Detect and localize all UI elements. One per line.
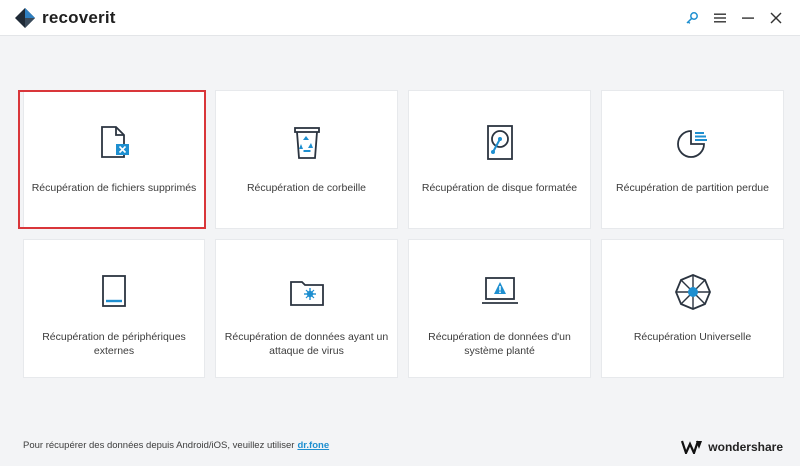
recoverit-logo-icon: [15, 7, 35, 28]
title-bar: recoverit: [0, 0, 800, 36]
card-label: Récupération de périphériques externes: [42, 331, 186, 357]
partition-icon: [602, 123, 783, 163]
crashed-system-icon: [409, 272, 590, 312]
card-deleted-files[interactable]: Récupération de fichiers supprimés: [23, 90, 205, 229]
card-label: Récupération de données ayant un attaque…: [224, 331, 389, 357]
card-lost-partition[interactable]: Récupération de partition perdue: [601, 90, 784, 229]
window-controls: [678, 0, 790, 36]
app-title: recoverit: [42, 7, 116, 27]
deleted-file-icon: [24, 123, 204, 163]
virus-folder-icon: [216, 272, 397, 312]
close-icon[interactable]: [762, 4, 790, 32]
app-logo: recoverit: [14, 7, 116, 29]
card-label: Récupération de disque formatée: [421, 182, 578, 194]
wondershare-brand: wondershare: [681, 440, 783, 454]
external-device-icon: [24, 272, 204, 312]
minimize-icon[interactable]: [734, 4, 762, 32]
brand-name: wondershare: [708, 440, 783, 454]
recoverit-window: recoverit Récupération de fichiers suppr…: [0, 0, 800, 466]
card-label: Récupération Universelle: [633, 331, 752, 343]
universal-recovery-icon: [602, 272, 783, 312]
footer-note: Pour récupérer des données depuis Androi…: [23, 440, 329, 451]
hard-disk-icon: [409, 123, 590, 163]
card-crashed-system[interactable]: Récupération de données d'un système pla…: [408, 239, 591, 378]
card-recycle-bin[interactable]: Récupération de corbeille: [215, 90, 398, 229]
footer-text: Pour récupérer des données depuis Androi…: [23, 440, 295, 451]
card-formatted-disk[interactable]: Récupération de disque formatée: [408, 90, 591, 229]
card-label: Récupération de corbeille: [246, 182, 367, 194]
card-label: Récupération de données d'un système pla…: [428, 331, 571, 357]
card-label: Récupération de partition perdue: [616, 182, 769, 194]
recovery-mode-grid: Récupération de fichiers supprimés Récup…: [23, 90, 784, 378]
card-external-devices[interactable]: Récupération de périphériques externes: [23, 239, 205, 378]
card-label: Récupération de fichiers supprimés: [31, 182, 197, 194]
recycle-bin-icon: [216, 123, 397, 163]
card-universal-recovery[interactable]: Récupération Universelle: [601, 239, 784, 378]
key-icon[interactable]: [678, 4, 706, 32]
menu-icon[interactable]: [706, 4, 734, 32]
card-virus-attack[interactable]: Récupération de données ayant un attaque…: [215, 239, 398, 378]
dr-fone-link[interactable]: dr.fone: [297, 440, 329, 451]
wondershare-logo-icon: [681, 440, 703, 454]
